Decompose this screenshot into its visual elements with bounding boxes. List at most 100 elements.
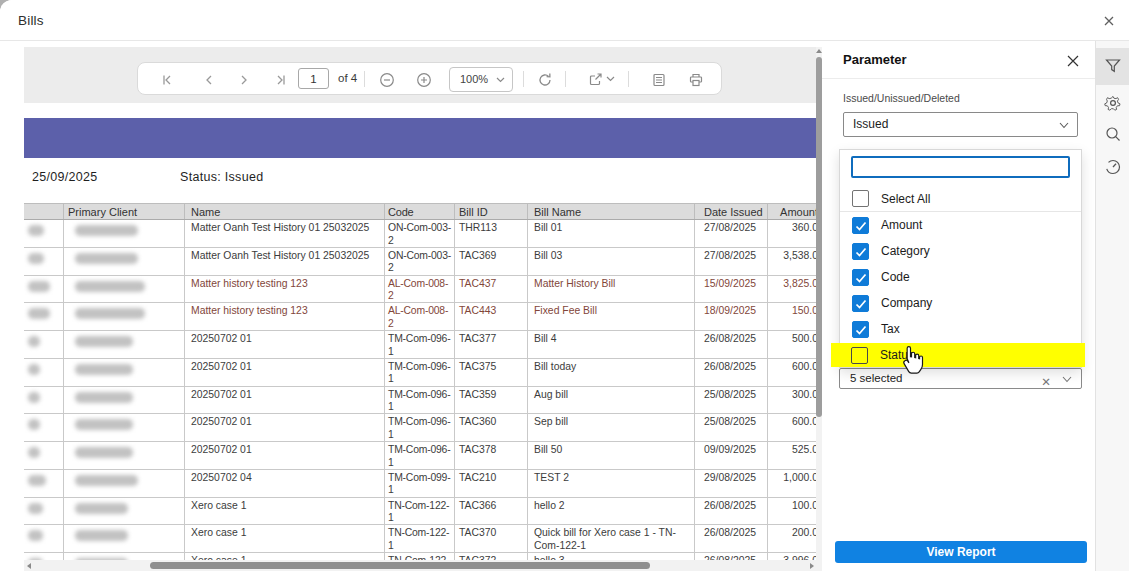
option-item-tax[interactable]: Tax xyxy=(840,316,1081,342)
redacted-blur xyxy=(75,503,128,514)
scroll-right-arrow[interactable] xyxy=(810,563,814,569)
mouse-cursor-icon xyxy=(901,346,924,374)
cell-date-issued: 15/09/2025 xyxy=(695,276,768,303)
checkbox-checked[interactable] xyxy=(852,295,869,312)
cell-code: TM-Com-096-1 xyxy=(385,442,455,469)
redacted-blur xyxy=(28,503,43,514)
checkbox-checked[interactable] xyxy=(852,217,869,234)
redacted-blur xyxy=(75,364,133,375)
redacted-blur xyxy=(75,392,133,403)
page-number-input[interactable]: 1 xyxy=(298,68,329,89)
option-label: Tax xyxy=(881,322,900,336)
cell-name: Matter Oanh Test History 01 25032025 xyxy=(185,220,385,247)
view-report-button[interactable]: View Report xyxy=(835,541,1087,563)
zoom-out-icon[interactable] xyxy=(379,72,395,88)
toolbar-divider xyxy=(565,71,566,87)
redacted-blur xyxy=(75,336,133,347)
report-toolbar: 1 of 4 100% xyxy=(137,62,722,95)
document-map-icon[interactable] xyxy=(651,72,667,88)
cell-bill-name: Bill today xyxy=(528,359,695,386)
panel-title: Parameter xyxy=(843,52,907,67)
zoom-level-value: 100% xyxy=(460,73,488,85)
status-multiselect[interactable]: 5 selected✕ xyxy=(839,368,1082,389)
cell-name: 20250702 01 xyxy=(185,442,385,469)
cell-id-redacted xyxy=(24,525,64,552)
checkbox-unchecked[interactable] xyxy=(852,190,869,207)
performance-icon[interactable] xyxy=(1104,158,1122,176)
cell-bill-id: TAC372 xyxy=(455,553,528,560)
cell-amount: 600.0 xyxy=(768,359,816,386)
panel-close-icon[interactable] xyxy=(1063,51,1083,71)
horizontal-scrollbar-thumb[interactable] xyxy=(150,562,650,569)
cell-date-issued: 26/08/2025 xyxy=(695,359,768,386)
cell-bill-id: TAC210 xyxy=(455,470,528,497)
cell-primary-client-redacted xyxy=(64,331,185,358)
checkbox-unchecked[interactable] xyxy=(851,347,868,364)
highlighted-option-status[interactable]: Status xyxy=(831,343,1085,367)
table-row: Xero case 1TN-Com-122-1TAC372hello 326/0… xyxy=(24,553,816,560)
cell-primary-client-redacted xyxy=(64,387,185,414)
cell-bill-name: Sep bill xyxy=(528,414,695,441)
issued-select[interactable]: Issued xyxy=(843,112,1078,137)
cell-code: AL-Com-008-2 xyxy=(385,276,455,303)
zoom-in-icon[interactable] xyxy=(416,72,432,88)
cell-date-issued: 25/08/2025 xyxy=(695,414,768,441)
cell-code: TN-Com-122-1 xyxy=(385,498,455,525)
scroll-left-arrow[interactable] xyxy=(27,563,31,569)
option-item-amount[interactable]: Amount xyxy=(840,212,1081,238)
settings-icon[interactable] xyxy=(1104,94,1122,112)
next-page-icon[interactable] xyxy=(237,73,251,87)
table-row: Matter Oanh Test History 01 25032025ON-C… xyxy=(24,248,816,276)
zoom-level-select[interactable]: 100% xyxy=(449,67,513,92)
option-item-category[interactable]: Category xyxy=(840,238,1081,264)
cell-bill-id: TAC375 xyxy=(455,359,528,386)
cell-date-issued: 26/08/2025 xyxy=(695,498,768,525)
filter-icon[interactable] xyxy=(1104,57,1122,75)
first-page-icon[interactable] xyxy=(160,73,174,87)
cell-name: Matter Oanh Test History 01 25032025 xyxy=(185,248,385,275)
previous-page-icon[interactable] xyxy=(202,73,216,87)
cell-bill-id: TAC366 xyxy=(455,498,528,525)
cell-bill-name: hello 3 xyxy=(528,553,695,560)
option-label: Category xyxy=(881,244,930,258)
refresh-icon[interactable] xyxy=(537,72,553,88)
cell-primary-client-redacted xyxy=(64,276,185,303)
chevron-down-icon[interactable] xyxy=(606,76,615,82)
option-label: Code xyxy=(881,270,910,284)
param-issued-label: Issued/Unissued/Deleted xyxy=(843,92,960,104)
window-close-icon[interactable] xyxy=(1099,11,1119,31)
cell-primary-client-redacted xyxy=(64,498,185,525)
col-header-bill-id: Bill ID xyxy=(455,204,528,219)
option-search-input[interactable] xyxy=(851,156,1070,178)
cell-code: AL-Com-008-2 xyxy=(385,303,455,330)
horizontal-scrollbar[interactable] xyxy=(24,560,822,571)
last-page-icon[interactable] xyxy=(274,73,288,87)
cell-amount: 300.0 xyxy=(768,387,816,414)
cell-date-issued: 29/08/2025 xyxy=(695,470,768,497)
checkbox-checked[interactable] xyxy=(852,269,869,286)
export-icon[interactable] xyxy=(588,72,604,88)
toolbar-divider xyxy=(628,71,629,87)
cell-id-redacted xyxy=(24,248,64,275)
col-header-blank xyxy=(24,204,64,219)
window-title: Bills xyxy=(18,13,44,28)
clear-selection-icon[interactable]: ✕ xyxy=(1041,373,1051,392)
search-icon[interactable] xyxy=(1104,125,1122,143)
checkbox-checked[interactable] xyxy=(852,243,869,260)
option-item-company[interactable]: Company xyxy=(840,290,1081,316)
option-item-select-all[interactable]: Select All xyxy=(840,186,1081,212)
option-item-code[interactable]: Code xyxy=(840,264,1081,290)
cell-code: TM-Com-096-1 xyxy=(385,414,455,441)
redacted-blur xyxy=(75,447,133,458)
right-icon-strip xyxy=(1095,41,1129,571)
cell-bill-name: Aug bill xyxy=(528,387,695,414)
redacted-blur xyxy=(75,281,145,292)
cell-primary-client-redacted xyxy=(64,359,185,386)
checkbox-checked[interactable] xyxy=(852,321,869,338)
report-status: Status: Issued xyxy=(180,170,263,184)
cell-date-issued: 26/08/2025 xyxy=(695,553,768,560)
print-icon[interactable] xyxy=(688,72,704,88)
cell-bill-name: Matter History Bill xyxy=(528,276,695,303)
cell-bill-name: Quick bill for Xero case 1 - TN-Com-122-… xyxy=(528,525,695,552)
redacted-blur xyxy=(28,419,40,430)
